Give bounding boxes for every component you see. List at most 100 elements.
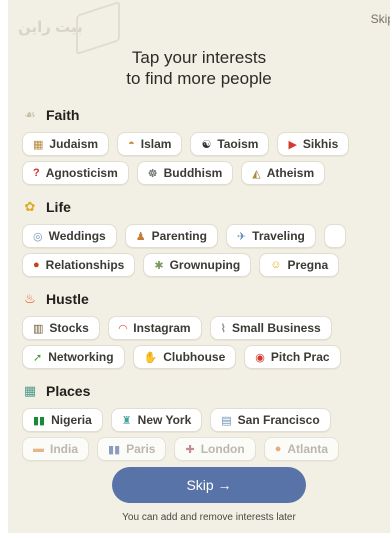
- chip-label: Relationships: [45, 258, 125, 272]
- chip-label: Weddings: [48, 229, 106, 243]
- chip-pitch-practice[interactable]: ◉ Pitch Prac: [244, 345, 341, 369]
- handshake-icon: ➚: [33, 351, 43, 364]
- france-flag-icon: ▮▮: [108, 443, 121, 456]
- chip-grownuping[interactable]: ✱ Grownuping: [143, 253, 252, 277]
- chip-relationships[interactable]: ● Relationships: [22, 253, 136, 277]
- title-line-2: to find more people: [126, 69, 272, 88]
- bank-icon: ▥: [33, 322, 44, 335]
- question-mark-icon: ?: [33, 167, 40, 179]
- family-icon: ♟: [135, 230, 146, 243]
- nigeria-flag-icon: ▮▮: [33, 414, 46, 427]
- hustle-row-2: ➚ Networking ✋ Clubhouse ◉ Pitch Prac: [22, 345, 341, 369]
- page-title: Tap your interests to find more people: [8, 47, 390, 89]
- statue-of-liberty-icon: ♜: [121, 414, 132, 427]
- places-row-1: ▮▮ Nigeria ♜ New York ▤ San Francisco: [22, 408, 331, 432]
- chip-london[interactable]: ✚ London: [174, 437, 256, 461]
- section-life-title: ✿ Life: [22, 199, 71, 215]
- chip-buddhism[interactable]: ☸ Buddhism: [136, 161, 234, 185]
- city-icon: ▤: [221, 414, 232, 427]
- fire-icon: ♨: [24, 291, 36, 306]
- chip-label: New York: [137, 413, 192, 427]
- peach-icon: ●: [274, 443, 282, 455]
- chip-agnosticism[interactable]: ? Agnosticism: [22, 161, 129, 185]
- chip-india[interactable]: ▬ India: [22, 437, 90, 461]
- chip-nigeria[interactable]: ▮▮ Nigeria: [22, 408, 103, 432]
- watermark-logo: بيت راين: [18, 0, 120, 56]
- life-row-1: ◎ Weddings ♟ Parenting ✈ Traveling: [22, 224, 346, 248]
- sunflower-icon: ✿: [24, 199, 36, 214]
- faith-row-1: ▦ Judaism ◓ Islam ☯ Taoism ▶ Sikhis: [22, 132, 350, 156]
- chip-sikhism[interactable]: ▶ Sikhis: [277, 132, 350, 156]
- chip-pregnancy[interactable]: ☺ Pregna: [259, 253, 340, 277]
- target-icon: ◉: [255, 351, 265, 364]
- praying-hands-icon: ☙: [24, 107, 36, 122]
- chip-label: Paris: [126, 442, 156, 456]
- chip-judaism[interactable]: ▦ Judaism: [22, 132, 110, 156]
- synagogue-icon: ▦: [33, 138, 44, 151]
- interests-screen: بيت راين Skip Tap your interests to find…: [8, 0, 390, 533]
- baby-icon: ☺: [270, 259, 282, 271]
- heart-ball-icon: ●: [33, 259, 40, 271]
- section-title-label: Hustle: [46, 291, 89, 307]
- chip-label: Judaism: [49, 137, 99, 151]
- footnote-text: You can add and remove interests later: [122, 512, 296, 523]
- chip-label: London: [200, 442, 245, 456]
- chip-label: Networking: [48, 350, 114, 364]
- chip-taoism[interactable]: ☯ Taoism: [190, 132, 270, 156]
- chip-label: Atheism: [266, 166, 315, 180]
- chip-label: Atlanta: [287, 442, 329, 456]
- chip-traveling[interactable]: ✈ Traveling: [225, 224, 316, 248]
- chip-networking[interactable]: ➚ Networking: [22, 345, 125, 369]
- section-faith-title: ☙ Faith: [22, 107, 79, 123]
- chip-clubhouse[interactable]: ✋ Clubhouse: [132, 345, 237, 369]
- paperclip-icon: ⌇: [220, 322, 226, 335]
- chip-label: Pregna: [287, 258, 329, 272]
- top-skip-button[interactable]: Skip: [371, 12, 390, 26]
- section-title-label: Faith: [46, 107, 80, 123]
- uk-flag-icon: ✚: [185, 443, 195, 456]
- section-title-label: Life: [46, 199, 71, 215]
- chip-label: Clubhouse: [163, 350, 226, 364]
- section-places-title: ▦ Places: [22, 383, 91, 399]
- chip-label: India: [50, 442, 79, 456]
- skip-button[interactable]: Skip →: [112, 467, 306, 503]
- chip-label: Instagram: [133, 321, 191, 335]
- chip-more-life[interactable]: [323, 224, 346, 248]
- chip-label: Small Business: [231, 321, 321, 335]
- chip-label: Parenting: [151, 229, 207, 243]
- chip-label: Pitch Prac: [270, 350, 330, 364]
- chip-label: Taoism: [217, 137, 259, 151]
- chip-label: San Francisco: [237, 413, 320, 427]
- section-hustle-title: ♨ Hustle: [22, 291, 89, 307]
- chip-paris[interactable]: ▮▮ Paris: [97, 437, 167, 461]
- atheism-icon: ◭: [252, 167, 261, 180]
- wave-hand-icon: ✋: [143, 351, 158, 364]
- title-line-1: Tap your interests: [131, 48, 267, 67]
- chip-label: Nigeria: [51, 413, 92, 427]
- chip-instagram[interactable]: ◠ Instagram: [107, 316, 202, 340]
- ring-icon: ◎: [33, 230, 43, 243]
- map-icon: ▦: [23, 383, 37, 398]
- chip-label: Buddhism: [163, 166, 223, 180]
- chip-atheism[interactable]: ◭ Atheism: [241, 161, 326, 185]
- chip-label: Stocks: [49, 321, 89, 335]
- sikh-flag-icon: ▶: [288, 138, 297, 151]
- chip-parenting[interactable]: ♟ Parenting: [124, 224, 218, 248]
- chip-new-york[interactable]: ♜ New York: [110, 408, 203, 432]
- chip-san-francisco[interactable]: ▤ San Francisco: [210, 408, 331, 432]
- taoism-icon: ☯: [201, 138, 212, 151]
- watermark-text: بيت راين: [18, 19, 83, 36]
- chip-small-business[interactable]: ⌇ Small Business: [209, 316, 332, 340]
- life-row-2: ● Relationships ✱ Grownuping ☺ Pregna: [22, 253, 340, 277]
- mosque-icon: ◓: [128, 138, 135, 150]
- chip-stocks[interactable]: ▥ Stocks: [22, 316, 100, 340]
- chip-label: Grownuping: [169, 258, 241, 272]
- india-flag-icon: ▬: [33, 443, 44, 455]
- money-icon: ✱: [154, 259, 164, 272]
- chip-weddings[interactable]: ◎ Weddings: [22, 224, 117, 248]
- chip-atlanta[interactable]: ● Atlanta: [263, 437, 340, 461]
- chip-islam[interactable]: ◓ Islam: [117, 132, 183, 156]
- hustle-row-1: ▥ Stocks ◠ Instagram ⌇ Small Business: [22, 316, 332, 340]
- chip-label: Traveling: [252, 229, 305, 243]
- faith-row-2: ? Agnosticism ☸ Buddhism ◭ Atheism: [22, 161, 326, 185]
